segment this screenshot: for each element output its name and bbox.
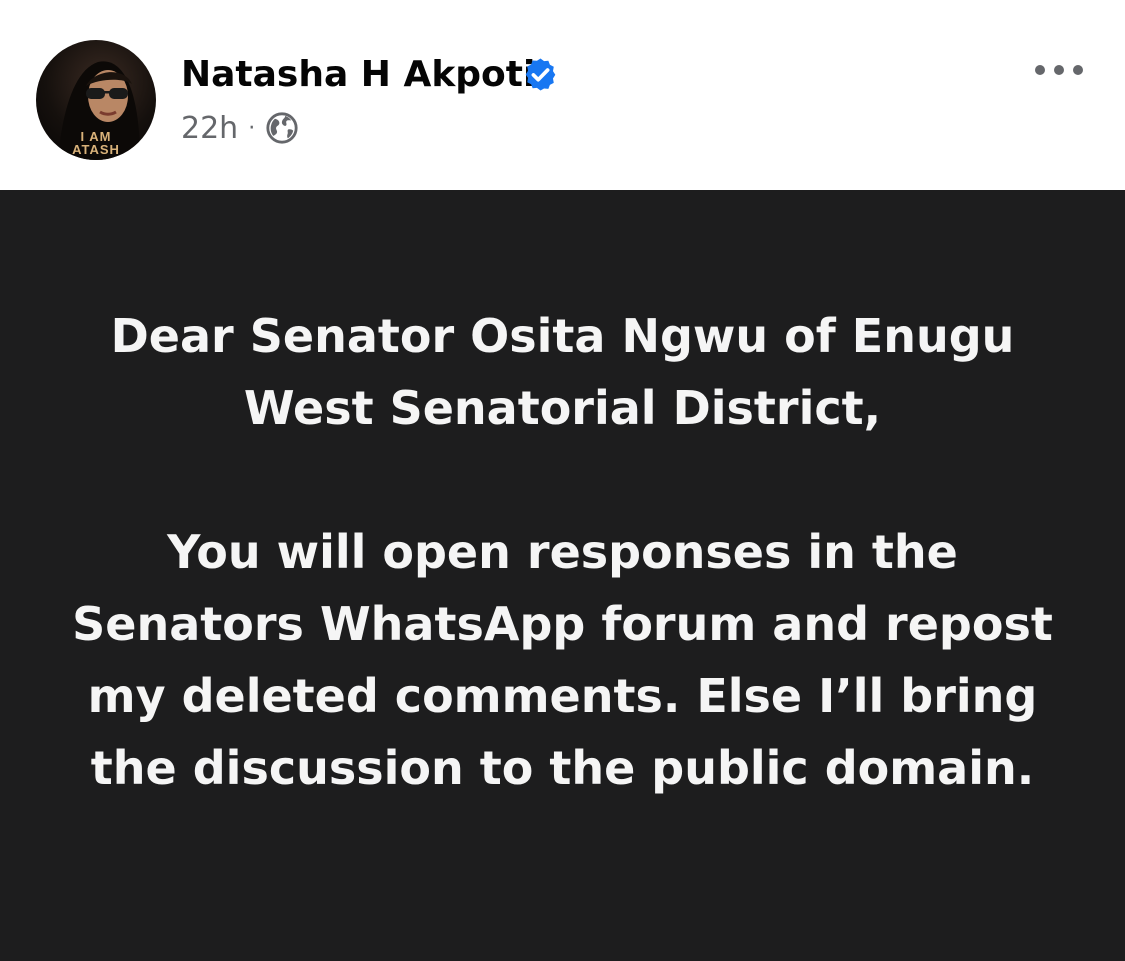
verified-badge-icon xyxy=(525,58,556,91)
globe-icon[interactable] xyxy=(265,111,299,145)
more-options-button[interactable] xyxy=(1026,52,1092,88)
post-header: I AM ATASH Natasha H Akpoti 22h · xyxy=(0,0,1125,190)
post-timestamp[interactable]: 22h xyxy=(181,111,238,146)
post-paragraph-2: You will open responses in the Senators … xyxy=(72,525,1053,795)
avatar[interactable]: I AM ATASH xyxy=(36,40,156,160)
avatar-caption-line-2: ATASH xyxy=(72,142,120,157)
post-meta: 22h · xyxy=(181,108,299,148)
meta-separator: · xyxy=(248,115,256,141)
author-name[interactable]: Natasha H Akpoti xyxy=(181,50,535,100)
post-text: Dear Senator Osita Ngwu of Enugu West Se… xyxy=(60,300,1065,804)
more-horizontal-icon xyxy=(1035,65,1083,75)
post-text-background: Dear Senator Osita Ngwu of Enugu West Se… xyxy=(0,190,1125,961)
avatar-caption: I AM ATASH xyxy=(36,130,156,156)
post-paragraph-1: Dear Senator Osita Ngwu of Enugu West Se… xyxy=(110,309,1015,435)
